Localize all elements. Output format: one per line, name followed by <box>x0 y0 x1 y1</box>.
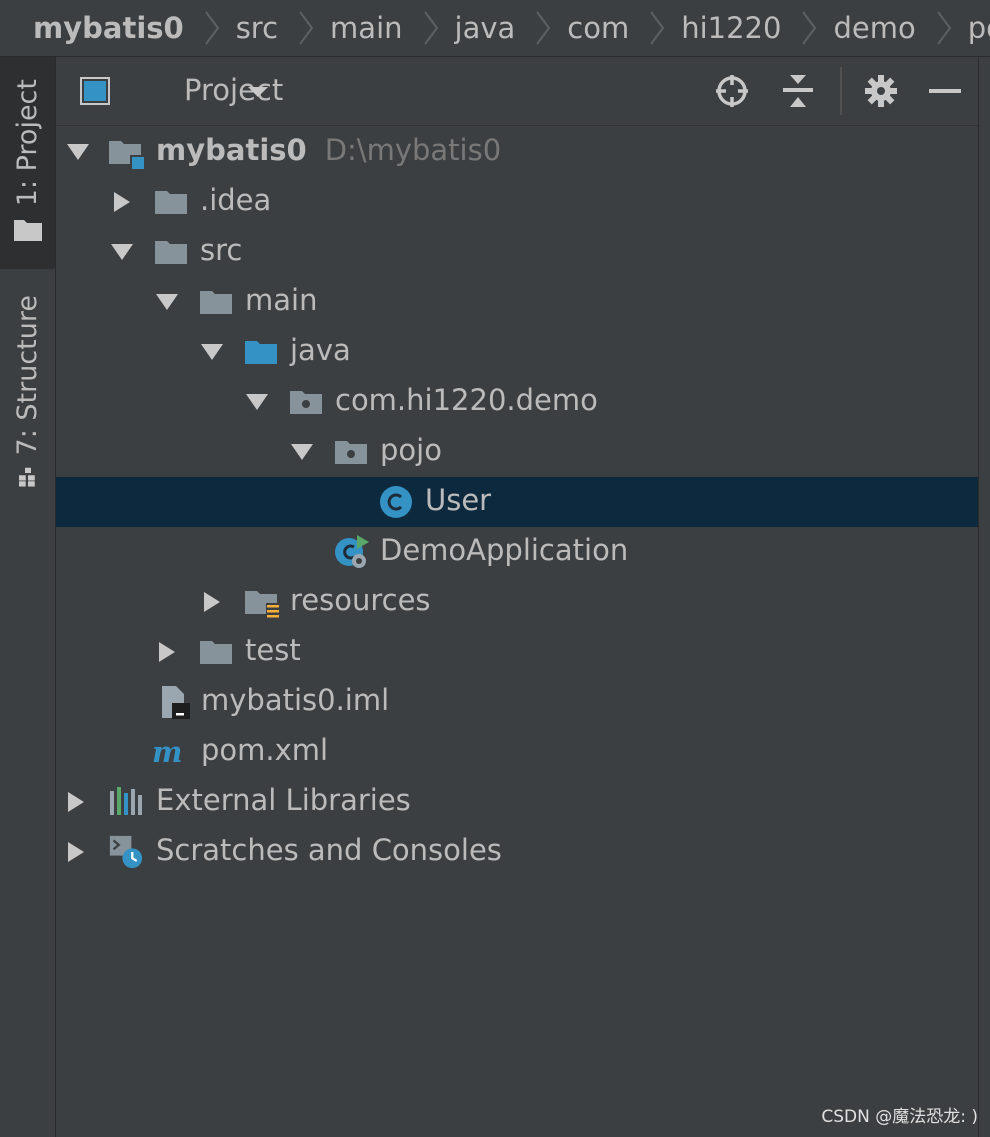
tree-label: Scratches and Consoles <box>156 833 502 867</box>
breadcrumb-item-hi1220[interactable]: hi1220 <box>681 8 833 48</box>
tree-label: External Libraries <box>156 783 411 817</box>
expanded-arrow-icon[interactable] <box>66 140 90 164</box>
class-icon <box>380 486 412 518</box>
breadcrumb-item-pojo[interactable]: pojo <box>968 8 990 48</box>
chevron-right-icon <box>299 11 314 45</box>
tree-node-test[interactable]: test <box>56 627 978 677</box>
tree-node-user[interactable]: User <box>56 477 978 527</box>
iml-file-icon <box>162 686 190 719</box>
root-path: D:\mybatis0 <box>324 133 502 167</box>
collapsed-arrow-icon[interactable] <box>155 640 179 664</box>
tree-node-pojo[interactable]: pojo <box>56 427 978 477</box>
root-name: mybatis0 <box>156 133 307 167</box>
chevron-down-icon[interactable] <box>246 85 270 99</box>
folder-icon <box>13 220 42 242</box>
minus-icon <box>929 89 961 93</box>
package-icon <box>335 441 367 464</box>
tree-label: mybatis0.iml <box>201 683 390 717</box>
tree-label: resources <box>290 583 431 617</box>
collapse-icon <box>783 75 813 107</box>
project-view-icon <box>80 77 110 105</box>
collapsed-arrow-icon[interactable] <box>200 590 224 614</box>
breadcrumb-item-src[interactable]: src <box>236 8 330 48</box>
tree-label: .idea <box>200 183 272 217</box>
tree-label: java <box>290 333 351 367</box>
svg-text:m: m <box>152 735 182 769</box>
source-folder-icon <box>245 341 277 364</box>
project-panel-header: Project <box>56 57 990 126</box>
chevron-right-icon <box>536 11 551 45</box>
structure-icon <box>18 468 35 487</box>
chevron-right-icon <box>936 11 951 45</box>
gear-icon <box>865 75 897 107</box>
chevron-right-icon <box>802 11 817 45</box>
tree-node-resources[interactable]: resources <box>56 577 978 627</box>
scratches-icon <box>109 835 143 869</box>
folder-icon <box>155 191 187 214</box>
folder-icon <box>200 641 232 664</box>
chevron-right-icon <box>650 11 665 45</box>
tree-node-package[interactable]: com.hi1220.demo <box>56 377 978 427</box>
expanded-arrow-icon[interactable] <box>200 340 224 364</box>
folder-icon <box>155 241 187 264</box>
spring-boot-class-icon <box>335 535 369 568</box>
collapse-all-button[interactable] <box>778 71 818 111</box>
breadcrumb-item-demo[interactable]: demo <box>833 8 967 48</box>
tab-structure-label: 7: Structure <box>12 295 43 456</box>
breadcrumb-item-com[interactable]: com <box>567 8 681 48</box>
breadcrumb-item-java[interactable]: java <box>455 8 568 48</box>
tree-node-demo-application[interactable]: DemoApplication <box>56 527 978 577</box>
library-icon <box>110 787 142 815</box>
tree-label: pom.xml <box>201 733 329 767</box>
tree-label: com.hi1220.demo <box>335 383 598 417</box>
expanded-arrow-icon[interactable] <box>245 390 269 414</box>
breadcrumb: mybatis0 src main java com hi1220 demo p… <box>0 0 990 57</box>
tab-project-label: 1: Project <box>12 79 43 207</box>
hide-button[interactable] <box>925 71 965 111</box>
expanded-arrow-icon[interactable] <box>290 440 314 464</box>
tree-label: test <box>245 633 301 667</box>
tree-node-idea[interactable]: .idea <box>56 177 978 227</box>
tree-node-scratches[interactable]: Scratches and Consoles <box>56 827 978 877</box>
tree-label: main <box>245 283 318 317</box>
tree-label: pojo <box>380 433 442 467</box>
settings-button[interactable] <box>861 71 901 111</box>
expanded-arrow-icon[interactable] <box>155 290 179 314</box>
scrollbar-track[interactable] <box>978 57 990 1137</box>
tree-label: mybatis0 D:\mybatis0 <box>156 133 501 167</box>
locate-button[interactable] <box>712 71 752 111</box>
breadcrumb-item-main[interactable]: main <box>330 8 454 48</box>
collapsed-arrow-icon[interactable] <box>64 790 88 814</box>
tree-node-java[interactable]: java <box>56 327 978 377</box>
chevron-right-icon <box>423 11 438 45</box>
breadcrumb-item-mybatis0[interactable]: mybatis0 <box>0 8 236 48</box>
tree-node-root[interactable]: mybatis0 D:\mybatis0 <box>56 127 978 177</box>
folder-icon <box>200 291 232 314</box>
divider <box>840 67 842 115</box>
tree-label: User <box>425 483 492 517</box>
watermark: CSDN @魔法恐龙: ) <box>821 1107 978 1127</box>
tree-node-external-libraries[interactable]: External Libraries <box>56 777 978 827</box>
chevron-right-icon <box>204 11 219 45</box>
tree-node-iml[interactable]: mybatis0.iml <box>56 677 978 727</box>
resources-folder-icon <box>245 591 280 619</box>
collapsed-arrow-icon[interactable] <box>110 190 134 214</box>
tab-project[interactable]: 1: Project <box>0 57 55 269</box>
crosshair-icon <box>716 75 748 107</box>
package-icon <box>290 391 322 414</box>
tree-node-src[interactable]: src <box>56 227 978 277</box>
collapsed-arrow-icon[interactable] <box>64 840 88 864</box>
module-folder-icon <box>109 141 144 169</box>
tree-node-pom[interactable]: m pom.xml <box>56 727 978 777</box>
tree-node-main[interactable]: main <box>56 277 978 327</box>
maven-icon: m <box>152 735 182 769</box>
tree-label: DemoApplication <box>380 533 629 567</box>
tool-window-strip: 1: Project 7: Structure <box>0 57 56 1137</box>
expanded-arrow-icon[interactable] <box>110 240 134 264</box>
tree-label: src <box>200 233 243 267</box>
tab-structure[interactable]: 7: Structure <box>0 287 55 487</box>
